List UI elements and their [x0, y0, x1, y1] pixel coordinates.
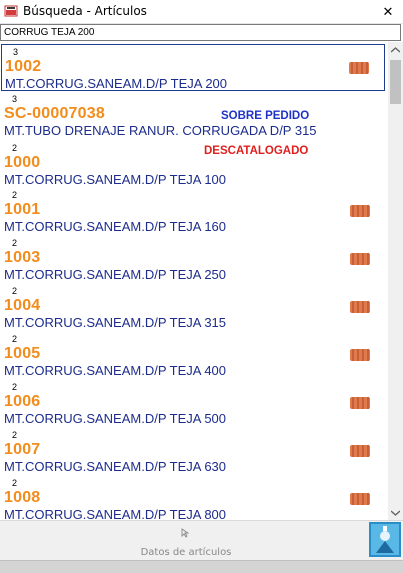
stock-count: 2: [12, 238, 18, 248]
article-code: 1001: [4, 201, 41, 218]
list-item[interactable]: 2 1007 MT.CORRUG.SANEAM.D/P TEJA 630: [1, 428, 385, 475]
close-button[interactable]: ✕: [373, 0, 403, 23]
stock-count: 2: [12, 382, 18, 392]
pipe-icon: [350, 349, 370, 361]
article-code: 1004: [4, 297, 41, 314]
scroll-down-button[interactable]: [388, 505, 403, 520]
stock-count: 3: [13, 47, 19, 57]
article-code: 1002: [5, 58, 42, 75]
article-list[interactable]: 3 1002 MT.CORRUG.SANEAM.D/P TEJA 200 3 S…: [0, 42, 388, 520]
stock-count: 2: [12, 143, 18, 153]
article-description: MT.CORRUG.SANEAM.D/P TEJA 315: [4, 315, 227, 330]
search-input[interactable]: [0, 24, 401, 41]
list-item[interactable]: 2 1005 MT.CORRUG.SANEAM.D/P TEJA 400: [1, 332, 385, 379]
bottom-toolbar: Datos de artículos: [0, 520, 403, 561]
stock-count: 2: [12, 430, 18, 440]
article-description: MT.TUBO DRENAJE RANUR. CORRUGADA D/P 315: [4, 123, 317, 138]
window-title: Búsqueda - Artículos: [23, 4, 147, 18]
wizard-icon: [369, 522, 401, 557]
list-item[interactable]: 2 1000 MT.CORRUG.SANEAM.D/P TEJA 100: [1, 141, 385, 188]
pointer-icon: [181, 528, 190, 538]
on-order-tag: SOBRE PEDIDO: [221, 110, 310, 122]
chevron-down-icon: [391, 509, 400, 516]
article-code: 1007: [4, 441, 41, 458]
title-bar: Búsqueda - Artículos ✕: [0, 0, 403, 24]
article-code: 1003: [4, 249, 41, 266]
list-item[interactable]: 3 1002 MT.CORRUG.SANEAM.D/P TEJA 200: [1, 44, 385, 91]
article-description: MT.CORRUG.SANEAM.D/P TEJA 200: [5, 76, 228, 91]
article-code: 1008: [4, 489, 41, 506]
close-icon: ✕: [382, 3, 394, 19]
list-item[interactable]: 2 1006 MT.CORRUG.SANEAM.D/P TEJA 500: [1, 380, 385, 427]
article-code: 1005: [4, 345, 41, 362]
article-description: MT.CORRUG.SANEAM.D/P TEJA 630: [4, 459, 227, 474]
article-description: MT.CORRUG.SANEAM.D/P TEJA 160: [4, 219, 227, 234]
article-data-button[interactable]: Datos de artículos: [138, 525, 234, 559]
article-description: MT.CORRUG.SANEAM.D/P TEJA 100: [4, 172, 227, 187]
article-data-label: Datos de artículos: [140, 547, 232, 558]
pipe-icon: [350, 493, 370, 505]
article-description: MT.CORRUG.SANEAM.D/P TEJA 250: [4, 267, 227, 282]
article-code: 1000: [4, 154, 41, 171]
article-description: MT.CORRUG.SANEAM.D/P TEJA 500: [4, 411, 227, 426]
wizard-button[interactable]: [369, 522, 401, 557]
pipe-icon: [350, 301, 370, 313]
article-code: 1006: [4, 393, 41, 410]
pipe-icon: [349, 62, 369, 74]
scroll-up-button[interactable]: [388, 42, 403, 57]
scroll-thumb[interactable]: [390, 60, 401, 104]
article-description: MT.CORRUG.SANEAM.D/P TEJA 800: [4, 507, 227, 520]
stock-count: 2: [12, 190, 18, 200]
list-item[interactable]: 2 1008 MT.CORRUG.SANEAM.D/P TEJA 800: [1, 476, 385, 520]
article-code: SC-00007038: [4, 105, 105, 122]
pipe-icon: [350, 397, 370, 409]
list-item[interactable]: 2 1003 MT.CORRUG.SANEAM.D/P TEJA 250: [1, 236, 385, 283]
app-logo-icon: [4, 5, 18, 17]
pipe-icon: [350, 205, 370, 217]
chevron-up-icon: [391, 46, 400, 53]
stock-count: 2: [12, 286, 18, 296]
vertical-scrollbar[interactable]: [388, 42, 403, 520]
stock-count: 3: [12, 94, 18, 104]
stock-count: 2: [12, 334, 18, 344]
status-strip: [0, 560, 403, 573]
pipe-icon: [350, 445, 370, 457]
pipe-icon: [350, 253, 370, 265]
list-item[interactable]: 2 1001 MT.CORRUG.SANEAM.D/P TEJA 160: [1, 188, 385, 235]
stock-count: 2: [12, 478, 18, 488]
list-item[interactable]: 2 1004 MT.CORRUG.SANEAM.D/P TEJA 315: [1, 284, 385, 331]
article-description: MT.CORRUG.SANEAM.D/P TEJA 400: [4, 363, 227, 378]
